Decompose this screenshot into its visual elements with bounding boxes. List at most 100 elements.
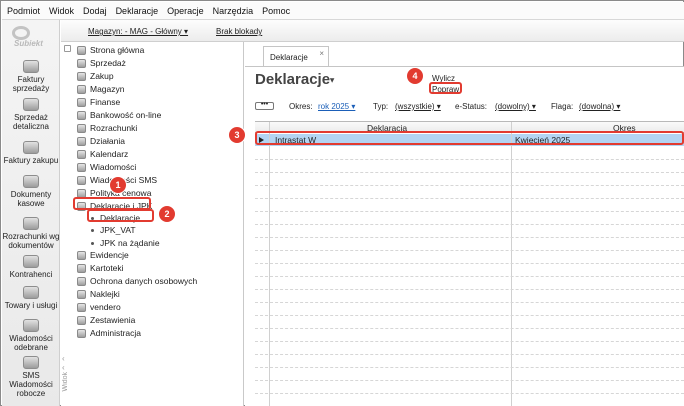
app-window: Podmiot Widok Dodaj Deklaracje Operacje …	[0, 0, 684, 406]
tree-item[interactable]: Administracja	[77, 327, 141, 339]
page-title-text: Deklaracje	[255, 71, 331, 88]
module-label: SMS Wiadomości robocze	[9, 371, 53, 398]
tree-item[interactable]: Ewidencje	[77, 249, 129, 261]
tree-item[interactable]: Kalendarz	[77, 148, 128, 160]
flag-label: Flaga:	[551, 102, 574, 111]
warehouse-icon	[77, 84, 86, 94]
module-faktury-zakupu[interactable]: Faktury zakupu	[2, 141, 60, 165]
goods-icon	[23, 286, 39, 299]
tab-deklaracje[interactable]: Deklaracje ×	[263, 46, 329, 66]
module-label: Towary i usługi	[4, 301, 58, 310]
bullet-icon	[91, 228, 94, 232]
tree-item-label: Naklejki	[90, 289, 120, 299]
warehouse-selector[interactable]: Magazyn: - MAG - Główny ▾	[88, 27, 188, 36]
type-label: Typ:	[373, 102, 389, 111]
module-dokumenty-kasowe[interactable]: Dokumenty kasowe	[2, 175, 60, 208]
tree-item-jpk-na-zadanie[interactable]: JPK na żądanie	[89, 237, 160, 249]
empty-row	[255, 237, 684, 238]
pin-icon[interactable]	[64, 45, 71, 52]
menu-widok[interactable]: Widok	[49, 6, 74, 16]
tree-item-label: Działania	[90, 136, 125, 146]
empty-row	[255, 263, 684, 264]
lock-status-link[interactable]: Brak blokady	[216, 27, 262, 36]
tree-item-label: Kalendarz	[90, 149, 129, 159]
tree-item-label: Finanse	[90, 97, 121, 107]
bank-icon	[77, 110, 86, 120]
empty-row	[255, 380, 684, 381]
logo-text: Subiekt	[14, 39, 43, 48]
actions-icon	[77, 136, 86, 146]
module-faktury-sprzedazy[interactable]: Faktury sprzedaży	[2, 60, 60, 93]
purchase-icon	[77, 71, 86, 81]
annotation-badge-1: 1	[110, 177, 126, 193]
module-sprzedaz-detaliczna[interactable]: Sprzedaż detaliczna	[2, 98, 60, 131]
empty-row	[255, 302, 684, 303]
sms-icon	[77, 175, 86, 185]
vendero-icon	[77, 302, 86, 312]
empty-row	[255, 289, 684, 290]
module-kontrahenci[interactable]: Kontrahenci	[2, 255, 60, 279]
empty-row	[255, 354, 684, 355]
tree-item[interactable]: Zakup	[77, 70, 114, 82]
module-label: Rozrachunki wg dokumentów	[2, 232, 60, 250]
tree-item[interactable]: Działania	[77, 135, 125, 147]
menu-narzedzia[interactable]: Narzędzia	[213, 6, 254, 16]
tree-item[interactable]: Bankowość on-line	[77, 109, 161, 121]
tree-item[interactable]: Ochrona danych osobowych	[77, 275, 197, 287]
module-label: Kontrahenci	[9, 270, 53, 279]
module-wiadomosci[interactable]: Wiadomości odebrane	[2, 319, 60, 352]
tree-item-label: Sprzedaż	[90, 58, 126, 68]
estatus-dropdown[interactable]: (dowolny) ▾	[495, 102, 536, 111]
menu-dodaj[interactable]: Dodaj	[83, 6, 107, 16]
finance-icon	[77, 97, 86, 107]
close-icon[interactable]: ×	[319, 49, 324, 58]
module-sms[interactable]: SMS Wiadomości robocze	[2, 356, 60, 398]
tree-item[interactable]: Rozrachunki	[77, 122, 137, 134]
tree-item[interactable]: Naklejki	[77, 288, 120, 300]
menu-pomoc[interactable]: Pomoc	[262, 6, 290, 16]
admin-icon	[77, 328, 86, 338]
menu-operacje[interactable]: Operacje	[167, 6, 204, 16]
bullet-icon	[91, 241, 94, 245]
tree-item[interactable]: Zestawienia	[77, 314, 135, 326]
menu-podmiot[interactable]: Podmiot	[7, 6, 40, 16]
tree-item-label: Strona główna	[90, 45, 145, 55]
tree-item-label: JPK na żądanie	[100, 238, 160, 248]
empty-row	[255, 341, 684, 342]
period-dropdown[interactable]: rok 2025 ▾	[318, 102, 355, 111]
module-rozrachunki[interactable]: Rozrachunki wg dokumentów	[2, 217, 60, 250]
tree-item[interactable]: Strona główna	[77, 44, 144, 56]
tab-label: Deklaracje	[270, 53, 308, 62]
empty-row	[255, 328, 684, 329]
invoice-icon	[23, 60, 39, 73]
tree-item[interactable]: Kartoteki	[77, 262, 124, 274]
tree-item[interactable]: Magazyn	[77, 83, 125, 95]
flag-dropdown[interactable]: (dowolna) ▾	[579, 102, 620, 111]
tree-item[interactable]: Sprzedaż	[77, 57, 126, 69]
top-toolbar: Magazyn: - MAG - Główny ▾ Brak blokady	[61, 20, 684, 42]
estatus-label: e-Status:	[455, 102, 488, 111]
tree-item-jpk-vat[interactable]: JPK_VAT	[89, 224, 136, 236]
empty-row	[255, 276, 684, 277]
filter-bar: ••• Okres: rok 2025 ▾ Typ: (wszystkie) ▾…	[255, 101, 675, 113]
menu-deklaracje[interactable]: Deklaracje	[116, 6, 159, 16]
tree-item-label: vendero	[90, 302, 121, 312]
cash-documents-icon	[23, 175, 39, 188]
empty-row	[255, 315, 684, 316]
period-label: Okres:	[289, 102, 313, 111]
more-options-button[interactable]: •••	[255, 101, 274, 110]
column-divider	[269, 122, 270, 406]
tree-item-label: Wiadomości	[90, 162, 137, 172]
tree-item[interactable]: Finanse	[77, 96, 120, 108]
collapse-panel-handle[interactable]: ‹ ‹ Widok	[62, 354, 71, 404]
type-dropdown[interactable]: (wszystkie) ▾	[395, 102, 441, 111]
side-label: Widok	[62, 372, 69, 392]
empty-row	[255, 367, 684, 368]
tree-item[interactable]: Wiadomości	[77, 161, 136, 173]
settlements-icon	[23, 217, 39, 230]
sales-icon	[77, 58, 86, 68]
module-bar: Subiekt Faktury sprzedaży Sprzedaż detal…	[2, 20, 60, 406]
tree-item[interactable]: vendero	[77, 301, 121, 313]
page-title[interactable]: Deklaracje▾	[255, 71, 334, 88]
module-towary[interactable]: Towary i usługi	[2, 286, 60, 310]
